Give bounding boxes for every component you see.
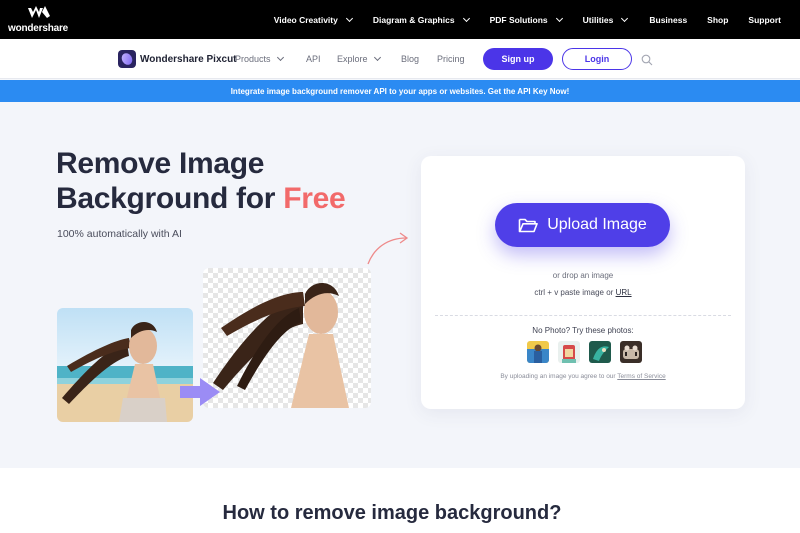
login-button[interactable]: Login xyxy=(562,48,632,70)
hero-subtitle: 100% automatically with AI xyxy=(57,228,182,240)
chevron-down-icon xyxy=(345,14,353,22)
topnav-label: Video Creativity xyxy=(273,14,338,25)
wondershare-wordmark: wondershare xyxy=(8,23,69,34)
nav-explore[interactable]: Explore xyxy=(337,53,381,64)
sample-photo-2[interactable] xyxy=(558,341,580,363)
card-divider xyxy=(435,315,731,316)
terms-text: By uploading an image you agree to our xyxy=(500,373,618,380)
terms-of-service-link[interactable]: Terms of Service xyxy=(617,373,665,380)
nav-label: Products xyxy=(235,54,271,64)
folder-icon xyxy=(518,218,538,233)
curved-arrow-icon xyxy=(367,232,409,265)
upload-card[interactable]: Upload Image or drop an image ctrl + v p… xyxy=(421,156,745,409)
hero-title-line1: Remove Image xyxy=(56,147,265,180)
arrow-right-icon xyxy=(180,378,220,406)
chevron-down-icon xyxy=(276,53,284,62)
chevron-down-icon xyxy=(373,53,381,62)
topnav-utilities[interactable]: Utilities xyxy=(582,14,629,25)
topnav-video-creativity[interactable]: Video Creativity xyxy=(273,14,353,25)
sample-heading: No Photo? Try these photos: xyxy=(532,326,634,335)
search-icon[interactable] xyxy=(641,54,653,66)
paste-hint: ctrl + v paste image or URL xyxy=(421,288,745,297)
nav-products[interactable]: Products xyxy=(235,53,284,64)
topnav-business[interactable]: Business xyxy=(649,15,687,25)
hero-title-line2: Background for xyxy=(56,182,284,215)
pixcut-brand[interactable]: Wondershare Pixcut xyxy=(118,50,237,68)
hero-title: Remove Image Background for Free xyxy=(56,146,346,216)
nav-blog[interactable]: Blog xyxy=(401,54,419,64)
product-nav: Wondershare Pixcut Products API Explore … xyxy=(0,39,800,79)
topnav-shop[interactable]: Shop xyxy=(707,15,728,25)
nav-pricing[interactable]: Pricing xyxy=(437,54,465,64)
drop-hint: or drop an image xyxy=(552,271,614,280)
chevron-down-icon xyxy=(555,14,563,22)
topnav-pdf-solutions[interactable]: PDF Solutions xyxy=(489,14,563,25)
topnav-label: Diagram & Graphics xyxy=(372,14,455,25)
topnav-support[interactable]: Support xyxy=(748,15,781,25)
sample-photo-4[interactable] xyxy=(620,341,642,363)
top-nav: Video Creativity Diagram & Graphics PDF … xyxy=(274,0,800,39)
how-to-title: How to remove image background? xyxy=(222,502,562,524)
brand-name: Wondershare Pixcut xyxy=(140,53,237,65)
terms-notice: By uploading an image you agree to our T… xyxy=(421,373,745,380)
wondershare-logo-icon xyxy=(28,6,50,18)
upload-image-button[interactable]: Upload Image xyxy=(495,203,670,247)
paste-hint-text: ctrl + v paste image or xyxy=(534,288,616,297)
nav-api[interactable]: API xyxy=(306,54,321,64)
chevron-down-icon xyxy=(621,14,629,22)
original-photo xyxy=(57,308,193,422)
topnav-label: Utilities xyxy=(582,14,614,25)
wondershare-logo[interactable]: wondershare xyxy=(8,6,70,34)
sign-up-button[interactable]: Sign up xyxy=(483,48,553,70)
sample-photo-1[interactable] xyxy=(527,341,549,363)
sample-photos xyxy=(527,341,642,363)
topnav-diagram-graphics[interactable]: Diagram & Graphics xyxy=(372,14,470,25)
sample-photo-3[interactable] xyxy=(589,341,611,363)
chevron-down-icon xyxy=(462,14,470,22)
url-link[interactable]: URL xyxy=(616,288,632,297)
hero-title-highlight: Free xyxy=(283,182,346,215)
top-bar: wondershare Video Creativity Diagram & G… xyxy=(0,0,800,39)
cutout-photo xyxy=(203,268,371,408)
upload-image-label: Upload Image xyxy=(547,216,647,233)
topnav-label: PDF Solutions xyxy=(489,14,548,25)
pixcut-logo-icon xyxy=(118,50,136,68)
api-promo-banner[interactable]: Integrate image background remover API t… xyxy=(0,80,800,102)
nav-label: Explore xyxy=(337,54,368,64)
